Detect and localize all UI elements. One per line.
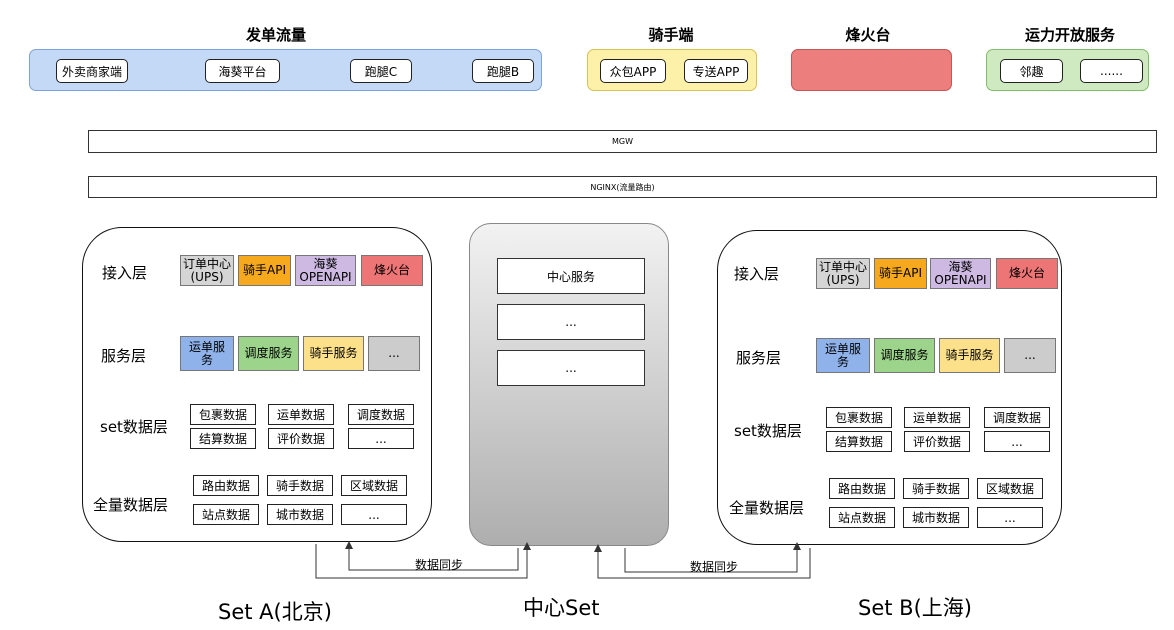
set-a-area-data-box: 区域数据 [341,475,407,496]
set-b-waybill-service-chip: 运单服务 [816,338,870,373]
linqu-button[interactable]: 邻趣 [1000,59,1063,83]
set-b-beacon-chip: 烽火台 [996,258,1058,289]
set-b-more-full-data-box: ... [977,507,1043,528]
set-b-area-data-box: 区域数据 [977,478,1043,499]
order-traffic-group: 外卖商家端 海葵平台 跑腿C 跑腿B [29,49,542,91]
set-b-name: Set B(上海) [858,596,972,620]
set-a-dispatch-service-chip: 调度服务 [238,336,299,371]
capacity-title: 运力开放服务 [1024,26,1115,44]
mgw-bar: MGW [88,130,1157,153]
capacity-group: 邻趣 ...... [986,49,1149,91]
beacon-title: 烽火台 [845,26,891,44]
set-b-rider-data-box: 骑手数据 [903,478,969,499]
set-a-site-data-box: 站点数据 [193,504,259,525]
set-b-review-data-box: 评价数据 [904,431,970,452]
set-b-rider-service-chip: 骑手服务 [939,338,1000,373]
set-b-site-data-box: 站点数据 [829,507,895,528]
set-b-dispatch-service-chip: 调度服务 [874,338,935,373]
set-b-city-data-box: 城市数据 [903,507,969,528]
set-b-route-data-box: 路由数据 [829,478,895,499]
rider-end-group: 众包APP 专送APP [587,49,757,91]
set-a-name: Set A(北京) [218,600,332,624]
nginx-bar: NGINX(流量路由) [88,176,1157,198]
crowdsource-app-button[interactable]: 众包APP [600,59,666,83]
set-a-haikui-openapi-chip: 海葵OPENAPI [295,255,356,286]
haikui-platform-button[interactable]: 海葵平台 [205,59,280,83]
set-a-dispatch-data-box: 调度数据 [348,404,414,425]
center-more-box-2: ... [497,350,645,386]
center-set-name: 中心Set [523,596,600,620]
set-b-more-service-chip: ... [1004,338,1056,373]
more-capacity-button[interactable]: ...... [1080,59,1143,83]
set-b-dispatch-data-box: 调度数据 [984,407,1050,428]
set-a-settlement-data-box: 结算数据 [190,428,256,449]
set-b-order-center-chip: 订单中心(UPS) [816,258,870,289]
set-a-package-data-box: 包裹数据 [190,404,256,425]
set-a-waybill-service-chip: 运单服务 [180,336,234,371]
set-a-more-full-data-box: ... [341,504,407,525]
center-set-panel: 中心服务 ... ... [469,223,669,546]
set-a-rider-service-chip: 骑手服务 [303,336,364,371]
set-a-access-layer-label: 接入层 [102,264,148,282]
set-a-service-layer-label: 服务层 [101,347,147,365]
set-b-full-data-layer-label: 全量数据层 [729,499,805,517]
sync-label-b: 数据同步 [690,560,739,574]
set-a-set-data-layer-label: set数据层 [100,418,168,436]
set-a-waybill-data-box: 运单数据 [268,404,334,425]
set-a-more-set-data-box: ... [348,428,414,449]
set-a-city-data-box: 城市数据 [267,504,333,525]
rider-end-title: 骑手端 [648,26,694,44]
center-more-box-1: ... [497,304,645,340]
set-a-beacon-chip: 烽火台 [361,255,423,286]
set-a-more-service-chip: ... [368,336,420,371]
set-a-full-data-layer-label: 全量数据层 [93,496,169,514]
set-b-settlement-data-box: 结算数据 [826,431,892,452]
merchant-client-button[interactable]: 外卖商家端 [56,59,128,83]
set-b-more-set-data-box: ... [984,431,1050,452]
set-b-package-data-box: 包裹数据 [826,407,892,428]
errand-c-button[interactable]: 跑腿C [350,59,412,83]
set-b-waybill-data-box: 运单数据 [904,407,970,428]
set-b-haikui-openapi-chip: 海葵OPENAPI [930,258,991,289]
center-service-box: 中心服务 [497,258,645,294]
order-traffic-title: 发单流量 [245,26,306,44]
set-a-rider-data-box: 骑手数据 [267,475,333,496]
set-b-service-layer-label: 服务层 [736,349,782,367]
set-a-route-data-box: 路由数据 [193,475,259,496]
sync-label-a: 数据同步 [415,558,464,572]
set-b-set-data-layer-label: set数据层 [734,422,802,440]
set-a-review-data-box: 评价数据 [268,428,334,449]
dedicated-app-button[interactable]: 专送APP [684,59,748,83]
beacon-group[interactable] [791,49,952,91]
set-b-access-layer-label: 接入层 [734,265,780,283]
errand-b-button[interactable]: 跑腿B [472,59,534,83]
set-b-rider-api-chip: 骑手API [874,258,927,289]
set-a-order-center-chip: 订单中心(UPS) [180,255,234,286]
set-a-rider-api-chip: 骑手API [238,255,291,286]
